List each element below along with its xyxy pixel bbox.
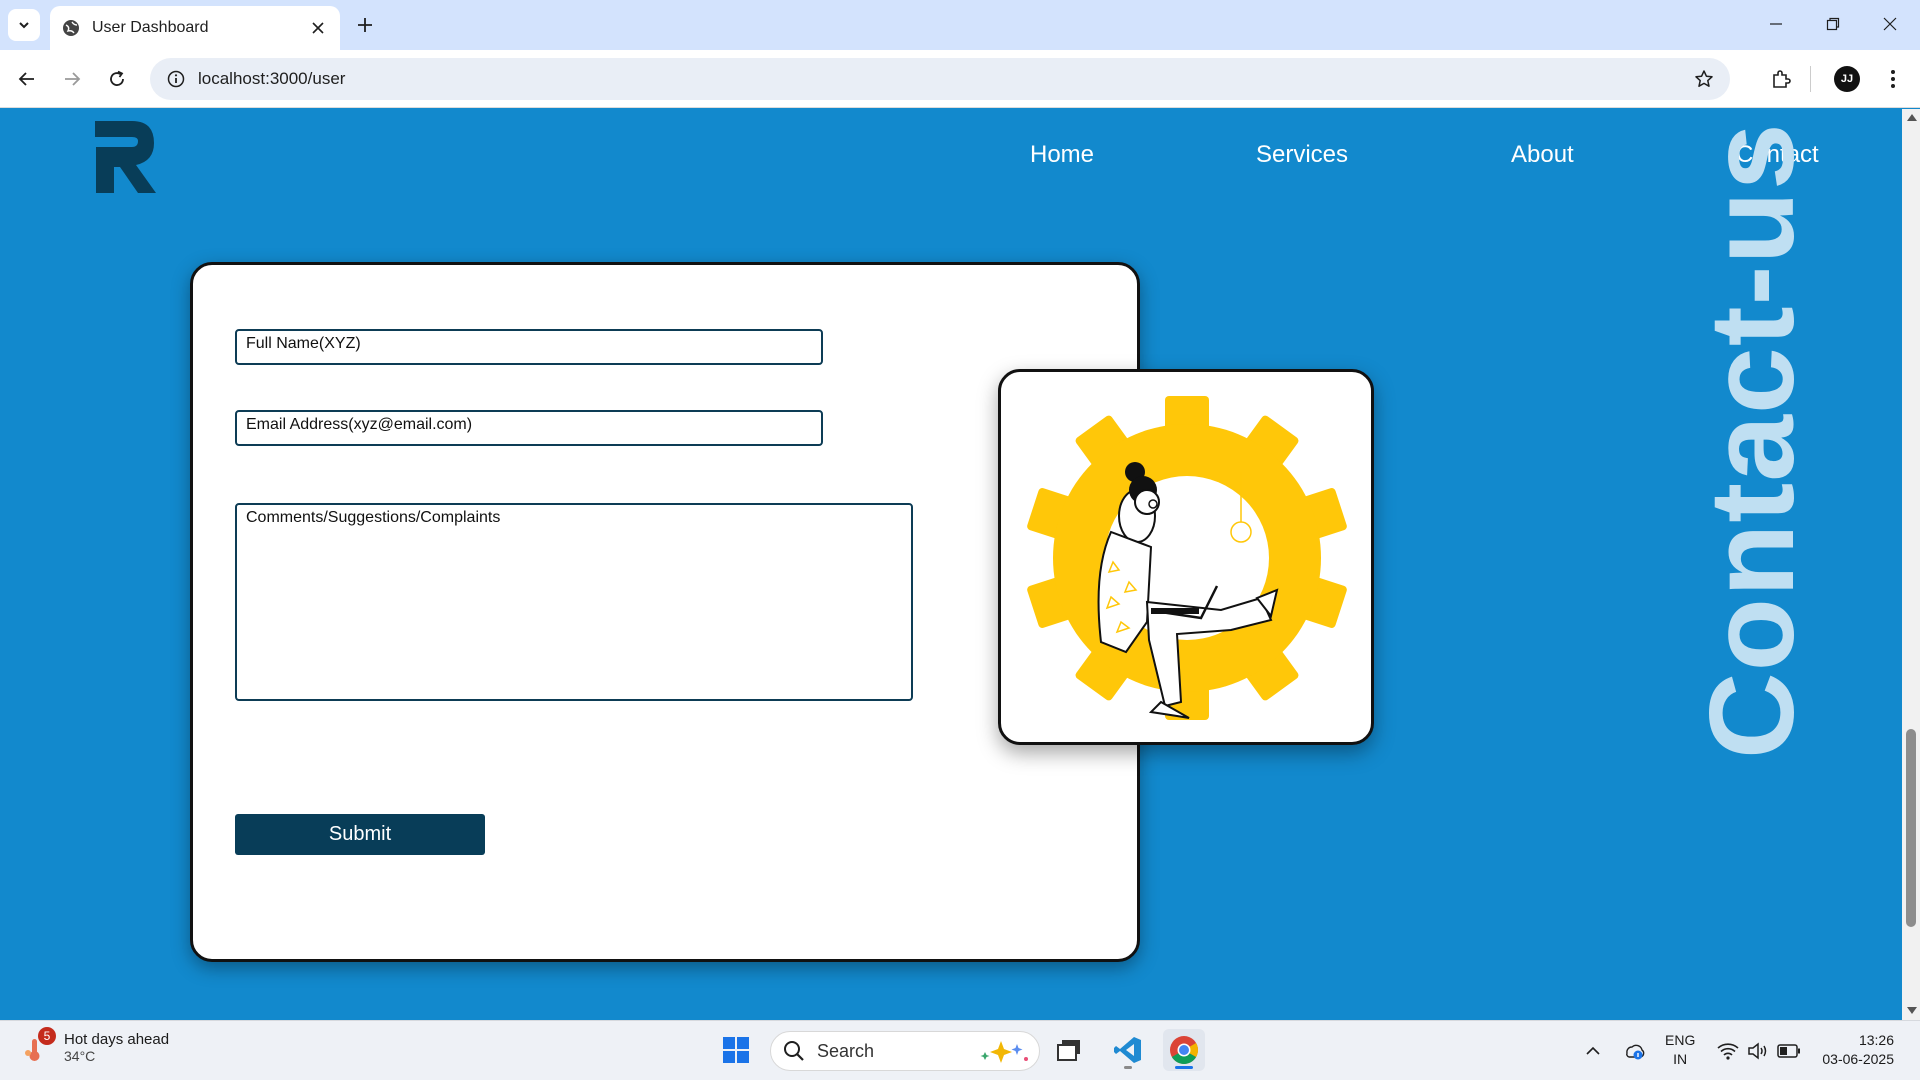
nav-services[interactable]: Services — [1256, 141, 1348, 169]
url-text[interactable]: localhost:3000/user — [198, 69, 1684, 89]
contact-illustration — [998, 369, 1374, 745]
toolbar-divider — [1810, 66, 1811, 92]
chevron-up-icon — [1586, 1046, 1600, 1055]
clock-time: 13:26 — [1858, 1032, 1894, 1048]
browser-tab-bar: User Dashboard — [0, 0, 1920, 50]
plus-icon — [358, 18, 372, 32]
close-icon[interactable] — [308, 18, 328, 38]
input-language[interactable]: ENG IN — [1665, 1031, 1695, 1069]
vscode-button[interactable] — [1107, 1029, 1149, 1071]
search-icon — [784, 1041, 804, 1061]
page-viewport: Home Services About Contact Contact-us F… — [0, 109, 1902, 1020]
tab-title: User Dashboard — [92, 19, 209, 36]
battery-status[interactable] — [1775, 1031, 1803, 1071]
weather-temperature: 34°C — [64, 1047, 96, 1064]
menu-icon — [1891, 70, 1895, 88]
copilot-icon — [980, 1041, 1028, 1063]
wifi-status[interactable] — [1715, 1031, 1741, 1071]
weather-title: Hot days ahead — [64, 1030, 170, 1048]
app-running-indicator — [1124, 1066, 1132, 1069]
back-button[interactable] — [10, 62, 44, 96]
close-window-button[interactable] — [1870, 8, 1910, 40]
email-field[interactable]: Email Address(xyz@email.com) — [235, 410, 823, 446]
contact-us-heading: Contact-us — [1685, 122, 1819, 759]
reload-button[interactable] — [100, 62, 134, 96]
weather-widget[interactable]: 5 Hot days ahead 34°C — [22, 1027, 170, 1065]
battery-icon — [1777, 1044, 1800, 1058]
chrome-button[interactable] — [1163, 1029, 1205, 1071]
tab-list-icon — [19, 22, 29, 29]
start-button[interactable] — [715, 1029, 757, 1071]
volume-control[interactable] — [1745, 1031, 1771, 1071]
page-scrollbar[interactable] — [1902, 109, 1920, 1020]
restore-icon — [1826, 17, 1840, 31]
scroll-thumb[interactable] — [1906, 729, 1916, 927]
submit-button[interactable]: Submit — [235, 814, 485, 855]
extensions-button[interactable] — [1764, 62, 1798, 96]
region-code: IN — [1673, 1051, 1688, 1067]
chrome-icon — [1170, 1036, 1198, 1064]
close-icon — [1883, 17, 1897, 31]
browser-menu-button[interactable] — [1876, 62, 1910, 96]
site-logo[interactable] — [92, 117, 162, 197]
info-icon[interactable] — [156, 58, 196, 100]
star-icon[interactable] — [1684, 58, 1724, 100]
nav-about[interactable]: About — [1511, 141, 1574, 169]
nav-home[interactable]: Home — [1030, 141, 1094, 169]
thermometer-icon: 5 — [22, 1027, 58, 1065]
scroll-up-arrow[interactable] — [1907, 114, 1917, 121]
weather-badge: 5 — [38, 1027, 56, 1045]
reload-icon — [110, 70, 124, 86]
extensions-icon — [1773, 70, 1791, 88]
minimize-icon — [1770, 23, 1782, 25]
back-icon — [18, 72, 34, 86]
show-hidden-icons-button[interactable] — [1582, 1031, 1604, 1071]
new-tab-button[interactable] — [352, 12, 378, 38]
volume-icon — [1748, 1042, 1767, 1060]
taskbar-search-label: Search — [817, 1040, 875, 1061]
tab-list-button[interactable] — [8, 9, 40, 41]
address-bar[interactable]: localhost:3000/user — [150, 58, 1730, 100]
windows-taskbar: 5 Hot days ahead 34°C Search ENG IN 13:2… — [0, 1020, 1920, 1080]
avatar: JJ — [1834, 66, 1860, 92]
file-explorer-button[interactable] — [1048, 1029, 1090, 1071]
scroll-down-arrow[interactable] — [1907, 1007, 1917, 1014]
browser-toolbar: localhost:3000/user JJ — [0, 50, 1920, 108]
browser-tab[interactable]: User Dashboard — [50, 6, 340, 50]
forward-button[interactable] — [55, 62, 89, 96]
system-clock[interactable]: 13:26 03-06-2025 — [1814, 1031, 1894, 1069]
clock-date: 03-06-2025 — [1822, 1051, 1894, 1067]
forward-icon — [65, 72, 81, 86]
language-code: ENG — [1665, 1032, 1696, 1048]
windows-start-icon — [723, 1037, 749, 1063]
full-name-field[interactable]: Full Name(XYZ) — [235, 329, 823, 365]
network-icon — [1626, 1044, 1645, 1060]
comments-field[interactable]: Comments/Suggestions/Complaints — [235, 503, 913, 701]
app-active-indicator — [1175, 1066, 1193, 1069]
restore-button[interactable] — [1813, 8, 1853, 40]
profile-button[interactable]: JJ — [1830, 62, 1864, 96]
taskbar-search[interactable]: Search — [770, 1031, 1040, 1071]
network-status[interactable] — [1620, 1031, 1648, 1071]
vscode-icon — [1114, 1037, 1141, 1063]
minimize-button[interactable] — [1756, 8, 1796, 40]
wifi-icon — [1717, 1043, 1739, 1060]
file-explorer-icon — [1057, 1040, 1080, 1061]
globe-icon — [62, 19, 80, 37]
